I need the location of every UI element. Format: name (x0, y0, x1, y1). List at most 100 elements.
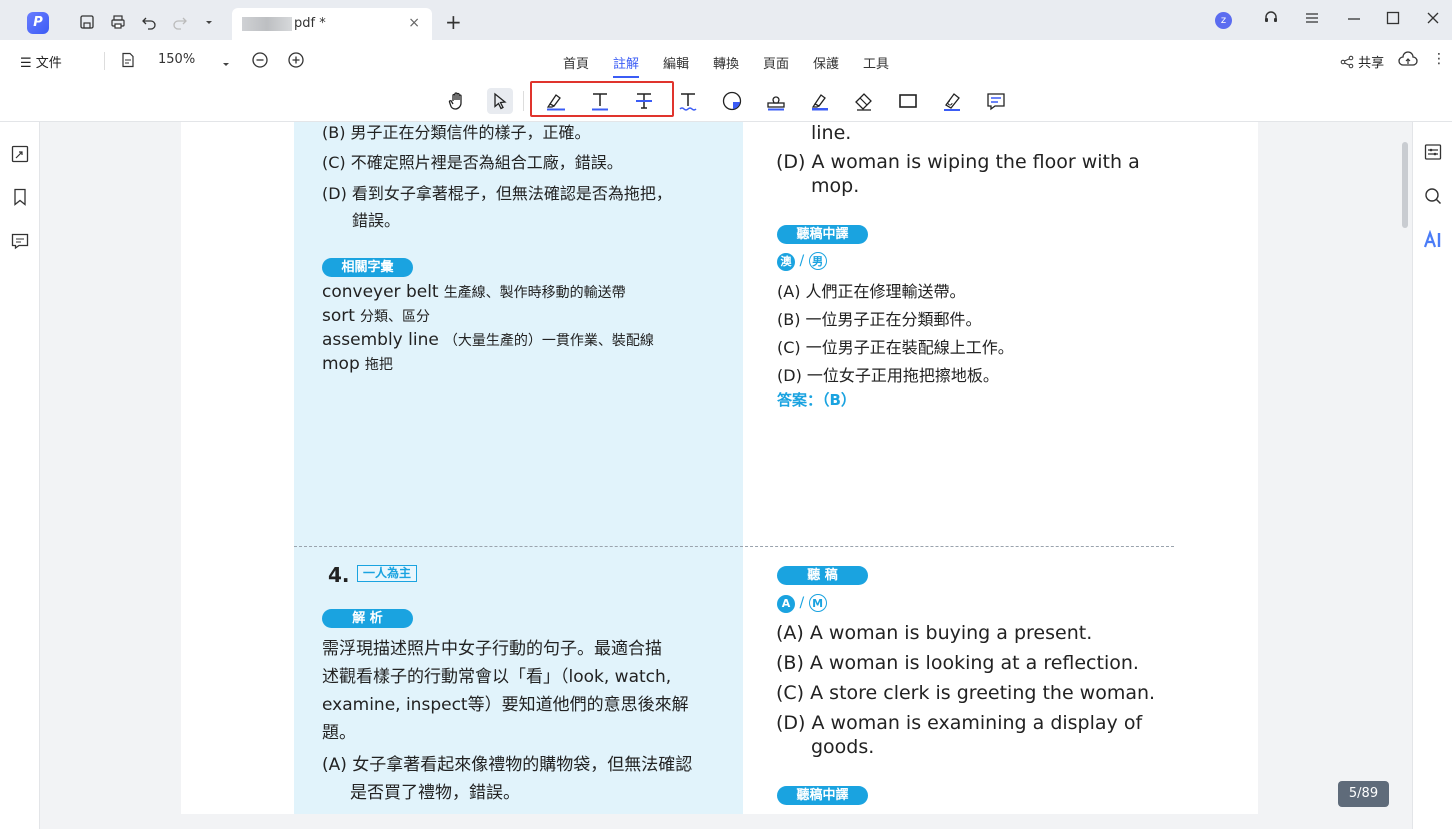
document-tab[interactable]: pdf * × (232, 8, 432, 40)
select-icon[interactable] (487, 88, 513, 114)
vocab-item: conveyer belt 生產線、製作時移動的輸送帶 (322, 282, 626, 302)
option-d-explanation-line1: (D) 看到女子拿著棍子，但無法確認是否為拖把， (322, 184, 672, 203)
vertical-scrollbar[interactable] (1402, 142, 1408, 228)
share-button[interactable]: 共享 (1340, 52, 1384, 71)
vocab-pill: 相關字彙 (322, 258, 413, 277)
search-icon[interactable] (1423, 186, 1443, 210)
menu-bar: ☰ 文件 150% 首頁 註解 編輯 轉換 頁面 保護 工具 共享 ⋮ (0, 40, 1452, 81)
undo-icon[interactable] (140, 13, 158, 31)
transcript-option-continuation: goods. (811, 736, 875, 758)
option-d-explanation-line2: 錯誤。 (352, 211, 401, 230)
tab-convert[interactable]: 轉換 (713, 53, 739, 72)
close-window-icon[interactable] (1425, 10, 1441, 30)
pen-icon[interactable] (939, 88, 965, 114)
tab-page[interactable]: 頁面 (763, 53, 789, 72)
speaker-row: 澳 / 男 (777, 252, 827, 271)
strikethrough-icon[interactable] (631, 88, 657, 114)
tab-protect[interactable]: 保護 (813, 53, 839, 72)
annotation-toolbar (0, 81, 1452, 122)
blurred-filename (242, 17, 292, 31)
minimize-icon[interactable] (1346, 10, 1362, 30)
translation-option: (C) 一位男子正在裝配線上工作。 (777, 338, 1014, 357)
analysis-line: 題。 (322, 723, 356, 743)
speaker-badge: 澳 (777, 253, 795, 271)
more-options-icon[interactable]: ⋮ (1432, 51, 1446, 67)
analysis-line: 需浮現描述照片中女子行動的句子。最適合描 (322, 639, 662, 659)
maximize-icon[interactable] (1385, 10, 1401, 30)
sticker-icon[interactable] (719, 88, 745, 114)
tab-annotate[interactable]: 註解 (613, 53, 640, 78)
zoom-out-icon[interactable] (251, 51, 269, 73)
redo-icon[interactable] (171, 13, 189, 31)
translation-option: (A) 人們正在修理輸送帶。 (777, 282, 966, 301)
speaker-badge: A (777, 595, 795, 613)
comment-icon[interactable] (983, 88, 1009, 114)
comments-panel-icon[interactable] (10, 231, 30, 255)
print-icon[interactable] (109, 13, 127, 31)
properties-icon[interactable] (1423, 142, 1443, 166)
option-b-explanation: (B) 男子正在分類信件的樣子，正確。 (322, 123, 591, 142)
thumbnail-icon[interactable] (10, 144, 30, 168)
tab-close-icon[interactable]: × (408, 15, 420, 31)
transcript-option-d-line1: (D) A woman is wiping the floor with a (776, 151, 1140, 173)
zoom-level[interactable]: 150% (158, 52, 195, 67)
analysis-line: examine, inspect等）要知道他們的意思後來解 (322, 695, 689, 715)
save-icon[interactable] (78, 13, 96, 31)
transcript-translation-pill: 聽稿中譯 (777, 786, 868, 805)
vocab-item: assembly line （大量生產的）一貫作業、裝配線 (322, 330, 654, 350)
menu-icon[interactable] (1304, 10, 1320, 30)
vocab-item: mop 拖把 (322, 354, 393, 374)
toolbar-divider (523, 91, 524, 111)
tab-tools[interactable]: 工具 (863, 53, 889, 72)
transcript-option: (D) A woman is examining a display of (776, 712, 1143, 734)
eraser-icon[interactable] (851, 88, 877, 114)
answer-label: 答案：（B） (777, 391, 856, 409)
pdf-page: (B) 男子正在分類信件的樣子，正確。 (C) 不確定照片裡是否為組合工廠，錯誤… (181, 122, 1258, 814)
area-highlight-icon[interactable] (807, 88, 833, 114)
file-menu-button[interactable]: ☰ 文件 (20, 52, 62, 71)
analysis-pill: 解 析 (322, 609, 413, 628)
cloud-upload-icon[interactable] (1398, 51, 1418, 73)
question-number: 4. (328, 563, 350, 587)
page-counter[interactable]: 5/89 (1338, 781, 1389, 807)
left-sidebar (0, 122, 40, 829)
hamburger-icon: ☰ (20, 56, 36, 71)
headset-icon[interactable] (1263, 10, 1279, 30)
section-divider (294, 546, 1174, 547)
bookmark-icon[interactable] (10, 187, 30, 211)
transcript-line-fragment: line. (811, 122, 852, 144)
option-a-explanation-line1: (A) 女子拿著看起來像禮物的購物袋，但無法確認 (322, 755, 693, 775)
new-tab-icon[interactable]: + (445, 10, 462, 34)
transcript-option: (B) A woman is looking at a reflection. (776, 652, 1139, 674)
user-avatar[interactable]: z (1215, 12, 1232, 29)
tab-filename: pdf * (294, 16, 326, 31)
app-logo-icon: P (27, 12, 49, 34)
zoom-in-icon[interactable] (287, 51, 305, 73)
analysis-line: 述觀看樣子的行動常會以「看」（look, watch, (322, 667, 672, 687)
rectangle-icon[interactable] (895, 88, 921, 114)
transcript-option: (C) A store clerk is greeting the woman. (776, 682, 1156, 704)
underline-icon[interactable] (587, 88, 613, 114)
question-tag: 一人為主 (357, 565, 418, 582)
highlight-icon[interactable] (543, 88, 569, 114)
translation-option: (D) 一位女子正用拖把擦地板。 (777, 366, 999, 385)
ai-assistant-icon[interactable] (1423, 229, 1445, 254)
tab-edit[interactable]: 編輯 (663, 53, 689, 72)
hand-icon[interactable] (444, 88, 470, 114)
option-a-explanation-line2: 是否買了禮物，錯誤。 (350, 783, 520, 803)
squiggly-icon[interactable] (675, 88, 701, 114)
option-c-explanation: (C) 不確定照片裡是否為組合工廠，錯誤。 (322, 153, 623, 172)
page-fit-icon[interactable] (120, 52, 136, 72)
vocab-item: sort 分類、區分 (322, 306, 431, 326)
transcript-translation-pill: 聽稿中譯 (777, 225, 868, 244)
quick-access-dropdown-icon[interactable] (200, 13, 218, 31)
stamp-icon[interactable] (763, 88, 789, 114)
zoom-dropdown-icon[interactable] (221, 54, 231, 73)
tab-home[interactable]: 首頁 (563, 53, 589, 72)
transcript-option: (A) A woman is buying a present. (776, 622, 1093, 644)
speaker-badge: M (808, 594, 827, 612)
divider (104, 52, 105, 70)
share-icon (1340, 55, 1354, 69)
transcript-option-d-line2: mop. (811, 175, 860, 197)
speaker-row: A / M (777, 594, 827, 613)
